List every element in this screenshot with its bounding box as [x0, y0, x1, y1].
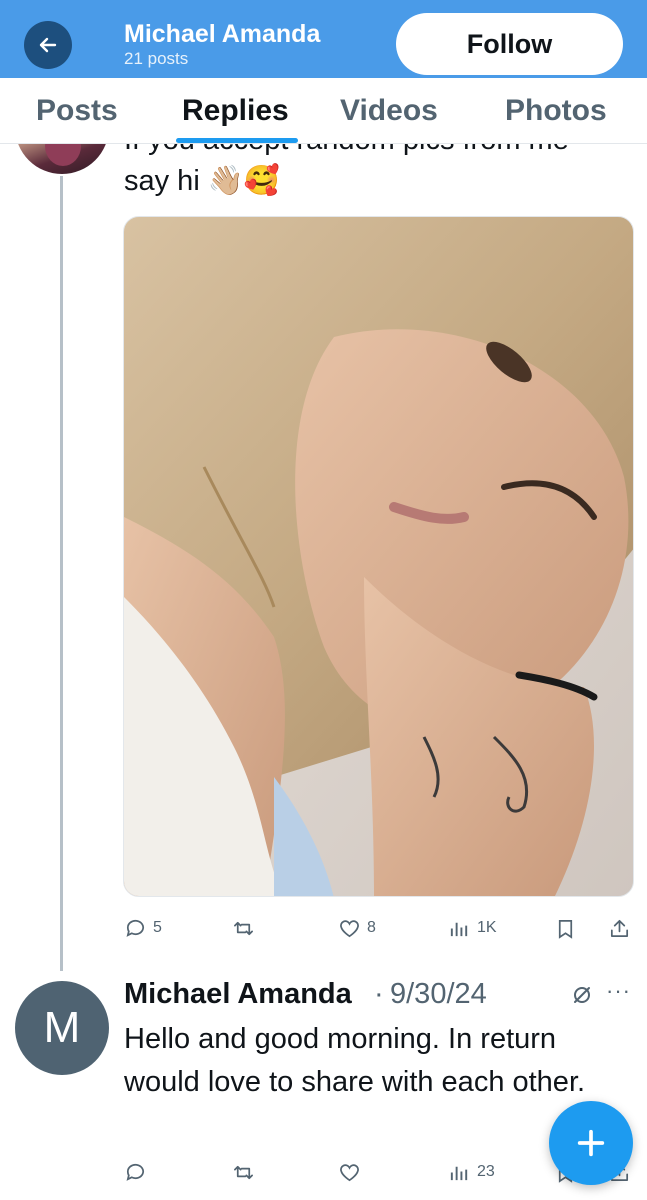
reply-button[interactable]: [124, 1152, 153, 1192]
tweet-author-name[interactable]: Michael Amanda: [124, 978, 352, 1011]
tab-posts[interactable]: Posts: [36, 78, 118, 144]
post-count: 21 posts: [124, 49, 189, 68]
share-button[interactable]: [608, 908, 631, 948]
reply-icon: [126, 1163, 145, 1181]
reply-count: 5: [153, 919, 162, 936]
tab-replies[interactable]: Replies: [182, 78, 289, 144]
share-icon: [610, 919, 629, 937]
views-icon: [450, 1166, 468, 1180]
profile-header: Michael Amanda 21 posts Follow: [0, 0, 647, 78]
reply-button[interactable]: 5: [124, 908, 162, 948]
tweet-text: say hi 👋🏼🥰: [124, 165, 281, 197]
tweet-date[interactable]: 9/30/24: [390, 978, 487, 1011]
meta-separator: ·: [374, 978, 384, 1010]
tab-videos[interactable]: Videos: [340, 78, 438, 144]
back-arrow-icon: [39, 37, 57, 53]
profile-tabs: Posts Replies Videos Photos: [0, 78, 647, 144]
follow-button[interactable]: Follow: [396, 13, 623, 75]
back-button[interactable]: [24, 21, 72, 69]
like-button[interactable]: [338, 1152, 367, 1192]
tab-photos[interactable]: Photos: [505, 78, 607, 144]
photo-placeholder: [124, 217, 633, 896]
tweet-actions: 5 8 1K: [124, 908, 636, 948]
repost-icon: [234, 1165, 253, 1179]
views-button[interactable]: 1K: [448, 908, 497, 948]
avatar[interactable]: M: [15, 981, 109, 1075]
more-options-button[interactable]: ···: [606, 978, 631, 1004]
reply-icon: [126, 919, 145, 937]
profile-name: Michael Amanda: [124, 20, 321, 48]
repost-icon: [234, 921, 253, 935]
views-icon: [450, 922, 468, 936]
bookmark-button[interactable]: [554, 908, 577, 948]
like-icon: [340, 1163, 359, 1181]
bookmark-icon: [558, 919, 573, 939]
like-button[interactable]: 8: [338, 908, 376, 948]
views-button[interactable]: 23: [448, 1152, 495, 1192]
views-count: 1K: [477, 919, 497, 936]
views-count: 23: [477, 1163, 495, 1180]
repost-button[interactable]: [232, 908, 261, 948]
repost-button[interactable]: [232, 1152, 261, 1192]
active-tab-indicator: [176, 138, 298, 143]
thread-connector-line: [60, 176, 63, 971]
compose-plus-icon: [577, 1129, 605, 1157]
mute-icon[interactable]: [570, 983, 594, 1007]
tweet-text: Hello and good morning. In return would …: [124, 1023, 586, 1098]
like-count: 8: [367, 919, 376, 936]
tweet-photo[interactable]: [123, 216, 634, 897]
compose-button[interactable]: [549, 1101, 633, 1185]
like-icon: [340, 919, 359, 937]
